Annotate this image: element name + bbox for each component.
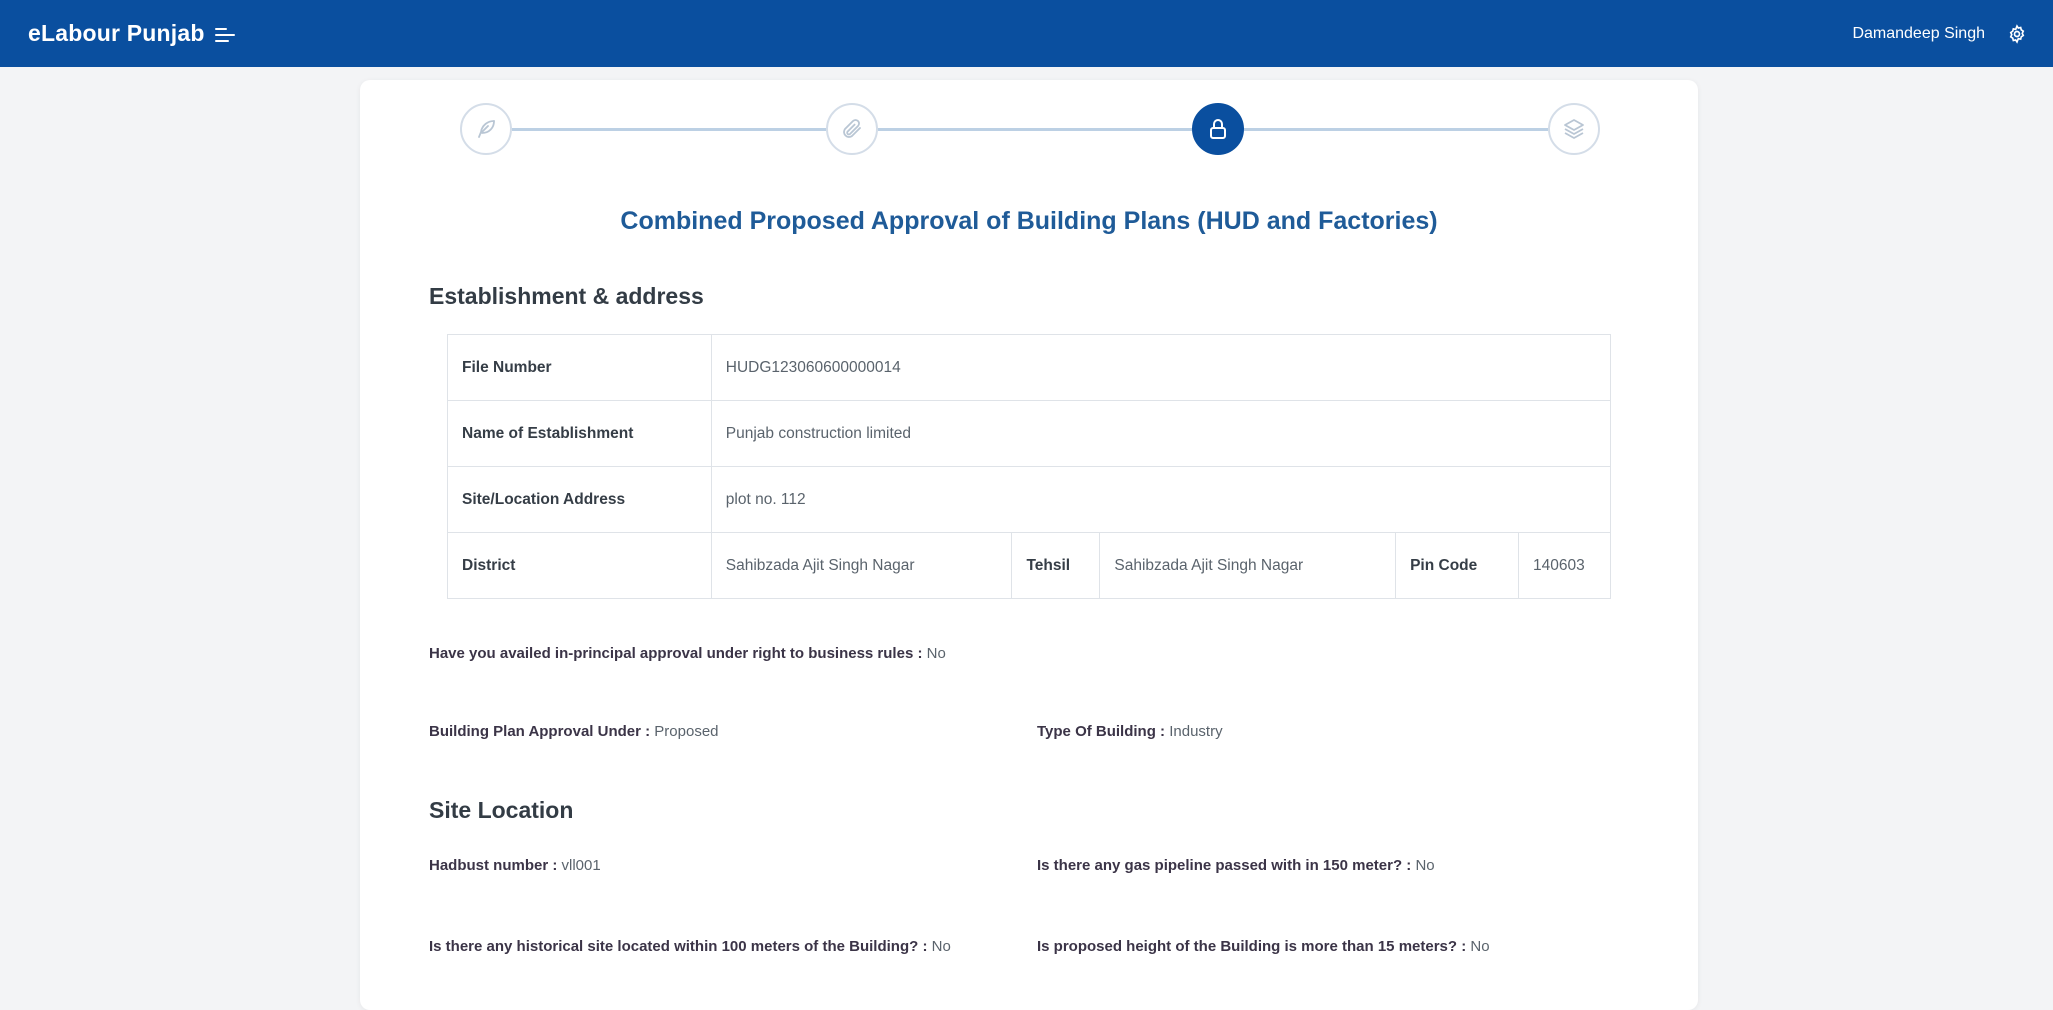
hadbust-label: Hadbust number :	[429, 857, 558, 874]
user-area: Damandeep Singh	[1852, 23, 2027, 44]
file-number-label: File Number	[447, 334, 712, 401]
height-value: No	[1470, 938, 1490, 955]
hadbust-number: Hadbust number : vll001	[429, 857, 601, 874]
menu-toggle-icon[interactable]	[214, 26, 237, 42]
district-label: District	[447, 532, 712, 599]
district-value: Sahibzada Ajit Singh Nagar	[710, 532, 1013, 599]
step-2[interactable]	[826, 103, 878, 155]
pincode-value: 140603	[1517, 532, 1612, 599]
historical-site: Is there any historical site located wit…	[429, 938, 951, 955]
form-card: Combined Proposed Approval of Building P…	[360, 80, 1698, 1010]
brand: eLabour Punjab	[28, 20, 237, 47]
step-connector	[878, 128, 1192, 131]
building-type: Type Of Building : Industry	[1037, 723, 1223, 740]
tehsil-label: Tehsil	[1011, 532, 1101, 599]
paperclip-icon	[843, 119, 861, 138]
in-principal-label: Have you availed in-principal approval u…	[429, 645, 923, 662]
gas-pipeline: Is there any gas pipeline passed with in…	[1037, 857, 1435, 874]
gas-label: Is there any gas pipeline passed with in…	[1037, 857, 1412, 874]
stepper	[460, 103, 1600, 155]
form-title: Combined Proposed Approval of Building P…	[620, 207, 1438, 235]
establishment-label: Name of Establishment	[447, 400, 712, 467]
table-row: Name of Establishment Punjab constructio…	[447, 400, 1612, 467]
section-title-site-location: Site Location	[429, 797, 574, 823]
layers-icon	[1564, 119, 1584, 139]
step-3[interactable]	[1192, 103, 1244, 155]
user-name[interactable]: Damandeep Singh	[1852, 25, 1985, 43]
pincode-label: Pin Code	[1395, 532, 1519, 599]
hadbust-value: vll001	[561, 857, 601, 874]
approval-under-label: Building Plan Approval Under :	[429, 723, 651, 740]
section-title-establishment: Establishment & address	[429, 283, 704, 309]
step-1[interactable]	[460, 103, 512, 155]
establishment-value: Punjab construction limited	[710, 400, 1612, 467]
height-label: Is proposed height of the Building is mo…	[1037, 938, 1467, 955]
in-principal-approval: Have you availed in-principal approval u…	[429, 645, 946, 662]
establishment-table: File Number HUDG123060600000014 Name of …	[447, 334, 1612, 599]
historical-value: No	[931, 938, 951, 955]
table-row: Site/Location Address plot no. 112	[447, 466, 1612, 533]
address-label: Site/Location Address	[447, 466, 712, 533]
lock-icon	[1210, 119, 1226, 139]
address-value: plot no. 112	[710, 466, 1612, 533]
table-row: File Number HUDG123060600000014	[447, 334, 1612, 401]
gear-icon[interactable]	[2007, 23, 2027, 44]
step-connector	[512, 128, 826, 131]
step-connector	[1244, 128, 1548, 131]
file-number-value: HUDG123060600000014	[710, 334, 1612, 401]
tehsil-value: Sahibzada Ajit Singh Nagar	[1099, 532, 1397, 599]
feather-icon	[478, 120, 495, 138]
approval-under: Building Plan Approval Under : Proposed	[429, 723, 719, 740]
brand-title[interactable]: eLabour Punjab	[28, 20, 205, 47]
building-type-label: Type Of Building :	[1037, 723, 1166, 740]
table-row: District Sahibzada Ajit Singh Nagar Tehs…	[447, 532, 1612, 599]
historical-label: Is there any historical site located wit…	[429, 938, 928, 955]
building-type-value: Industry	[1169, 723, 1223, 740]
top-navbar: eLabour Punjab Damandeep Singh	[0, 0, 2053, 67]
building-height: Is proposed height of the Building is mo…	[1037, 938, 1490, 955]
step-4[interactable]	[1548, 103, 1600, 155]
approval-under-value: Proposed	[654, 723, 719, 740]
gas-value: No	[1415, 857, 1435, 874]
in-principal-value: No	[926, 645, 946, 662]
